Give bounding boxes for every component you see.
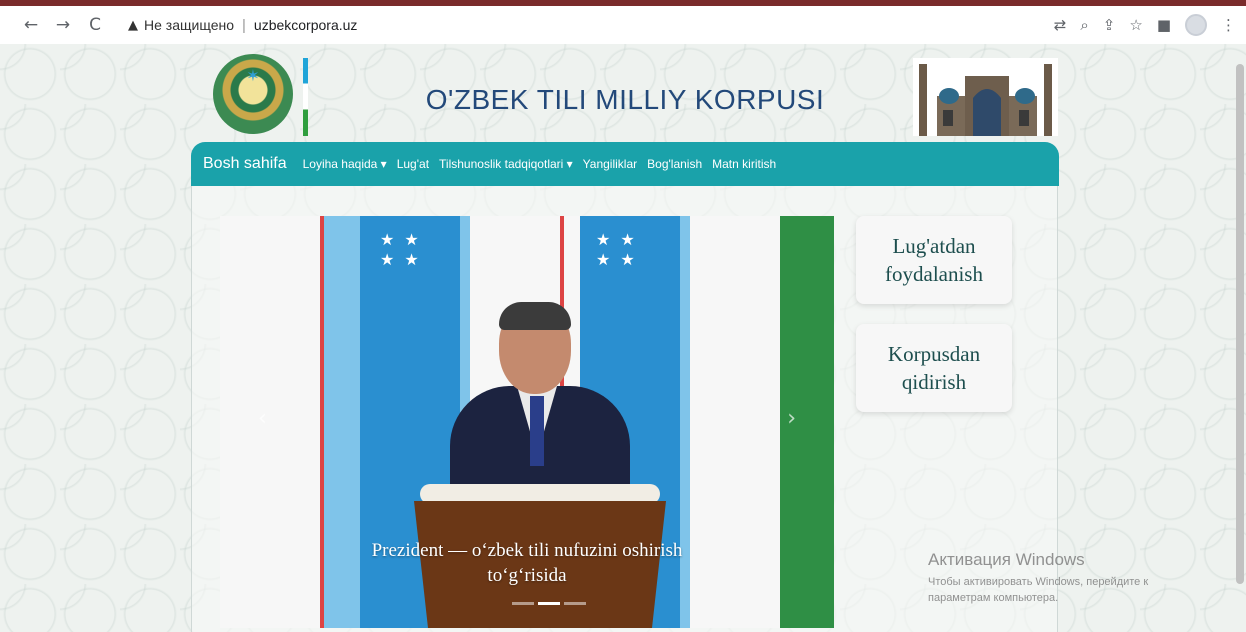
back-arrow-icon[interactable]: ← [18, 15, 44, 35]
nav-home-link[interactable]: Bosh sahifa [203, 155, 287, 173]
sidebar-icon[interactable]: ■ [1157, 16, 1171, 34]
speaker-tie [530, 396, 544, 466]
site-header: ✶ O'ZBEK TILI MILLIY KORPUSI [191, 44, 1059, 142]
nav-item-news[interactable]: Yangiliklar [583, 157, 637, 171]
carousel-caption[interactable]: Prezident — o‘zbek tili nufuzini oshiris… [220, 538, 834, 588]
corpus-search-button[interactable]: Korpusdan qidirish [856, 324, 1012, 412]
madrasa-building-image [913, 58, 1058, 136]
caption-line-2: to‘g‘risida [487, 565, 567, 586]
address-separator: | [242, 16, 246, 34]
reload-icon[interactable]: C [82, 15, 108, 35]
caption-line-1: Prezident — o‘zbek tili nufuzini oshiris… [371, 540, 683, 561]
nav-item-about-dropdown[interactable]: Loyiha haqida ▾ [303, 157, 387, 171]
watermark-line-1: Чтобы активировать Windows, перейдите к [928, 576, 1149, 588]
carousel-prev-icon[interactable]: ‹ [258, 406, 267, 431]
forward-arrow-icon[interactable]: → [50, 15, 76, 35]
url-text[interactable]: uzbekcorpora.uz [254, 17, 358, 33]
nav-item-dictionary[interactable]: Lug'at [397, 157, 429, 171]
bookmark-star-icon[interactable]: ☆ [1129, 16, 1142, 34]
site-container: ✶ O'ZBEK TILI MILLIY KORPUSI Bosh sahifa… [191, 44, 1059, 632]
scrollbar[interactable] [1236, 64, 1244, 584]
page-viewport: ✶ O'ZBEK TILI MILLIY KORPUSI Bosh sahifa… [0, 44, 1246, 632]
flag-stars: ★★ ★★ [380, 232, 429, 269]
address-bar[interactable]: ▲ Не защищено | uzbekcorpora.uz [114, 17, 357, 34]
nav-item-research-dropdown[interactable]: Tilshunoslik tadqiqotlari ▾ [439, 157, 573, 171]
nav-item-text-input[interactable]: Matn kiritish [712, 157, 776, 171]
carousel-indicator[interactable] [512, 602, 534, 605]
flag-stars: ★★ ★★ [596, 232, 645, 269]
watermark-title: Активация Windows [928, 550, 1085, 569]
star-icon: ✶ [246, 68, 260, 85]
speaker-hair [499, 302, 571, 330]
main-navigation: Bosh sahifa Loyiha haqida ▾ Lug'at Tilsh… [191, 142, 1059, 186]
button-label-line: Lug'atdan [892, 234, 976, 258]
profile-avatar-icon[interactable] [1185, 14, 1207, 36]
watermark-line-2: параметрам компьютера. [928, 592, 1059, 604]
button-label-line: qidirish [901, 370, 967, 394]
news-carousel[interactable]: ★★ ★★ ★★ ★★ ‹ › Prezident — o‘zbek tili nu… [220, 216, 834, 628]
browser-toolbar: ← → C ▲ Не защищено | uzbekcorpora.uz ⇄ … [0, 6, 1246, 44]
button-label-line: foydalanish [885, 262, 983, 286]
windows-activation-watermark: Активация Windows Чтобы активировать Win… [928, 550, 1148, 606]
carousel-indicators [512, 602, 586, 605]
carousel-indicator-active[interactable] [538, 602, 560, 605]
zoom-icon[interactable]: ⌕ [1080, 16, 1088, 34]
more-menu-icon[interactable]: ⋮ [1221, 16, 1236, 34]
warning-icon: ▲ [128, 17, 138, 33]
translate-icon[interactable]: ⇄ [1054, 16, 1067, 34]
toolbar-right-icons: ⇄ ⌕ ⇪ ☆ ■ ⋮ [1054, 6, 1236, 44]
nav-item-contact[interactable]: Bog'lanish [647, 157, 702, 171]
carousel-indicator[interactable] [564, 602, 586, 605]
carousel-next-icon[interactable]: › [787, 406, 796, 431]
share-icon[interactable]: ⇪ [1103, 16, 1116, 34]
security-status[interactable]: Не защищено [144, 17, 234, 33]
button-label-line: Korpusdan [887, 342, 981, 366]
dictionary-usage-button[interactable]: Lug'atdan foydalanish [856, 216, 1012, 304]
